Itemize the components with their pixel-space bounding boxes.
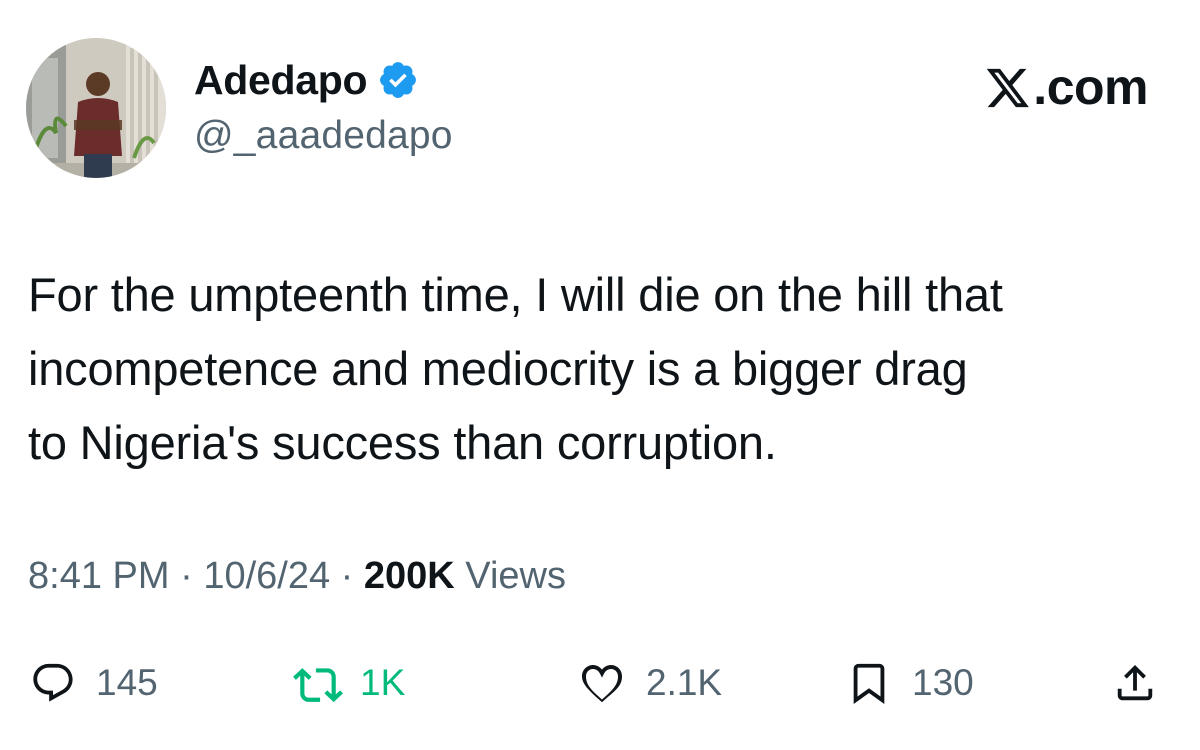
reply-button[interactable]: 145 xyxy=(30,648,158,718)
avatar[interactable] xyxy=(26,38,166,178)
like-count: 2.1K xyxy=(646,662,723,703)
share-icon xyxy=(1117,664,1153,701)
verified-badge-icon[interactable] xyxy=(377,59,419,101)
brand-watermark: .com xyxy=(985,58,1148,116)
tweet-text: For the umpteenth time, I will die on th… xyxy=(28,268,1003,469)
author-handle[interactable]: @_aaadedapo xyxy=(194,114,453,158)
repost-icon xyxy=(293,668,343,703)
author-display-name[interactable]: Adedapo xyxy=(194,57,368,104)
bookmark-count: 130 xyxy=(912,662,974,703)
share-button[interactable] xyxy=(1112,648,1158,718)
brand-label: .com xyxy=(1033,59,1148,115)
action-bar: 145 1K 2.1K 130 xyxy=(0,648,1200,718)
meta-separator: · xyxy=(169,555,204,597)
repost-count: 1K xyxy=(360,662,406,703)
meta-separator: · xyxy=(330,555,364,597)
tweet-date[interactable]: 10/6/24 xyxy=(203,555,330,598)
x-logo-icon xyxy=(985,65,1031,109)
bookmark-button[interactable]: 130 xyxy=(846,648,974,718)
avatar-photo xyxy=(26,38,166,178)
tweet-time[interactable]: 8:41 PM xyxy=(28,555,170,598)
author-name-row[interactable]: Adedapo xyxy=(194,56,419,104)
views-count[interactable]: 200K xyxy=(364,555,455,598)
views-label[interactable]: Views xyxy=(455,555,566,598)
repost-button[interactable]: 1K xyxy=(292,648,405,718)
reply-icon xyxy=(33,663,73,702)
reply-count: 145 xyxy=(96,662,158,703)
bookmark-icon xyxy=(853,663,885,704)
tweet-card: Adedapo @_aaadedapo .com For the umpteen… xyxy=(0,0,1200,750)
tweet-meta: 8:41 PM · 10/6/24 · 200K Views xyxy=(28,555,566,598)
heart-icon xyxy=(582,664,622,703)
like-button[interactable]: 2.1K xyxy=(578,648,722,718)
